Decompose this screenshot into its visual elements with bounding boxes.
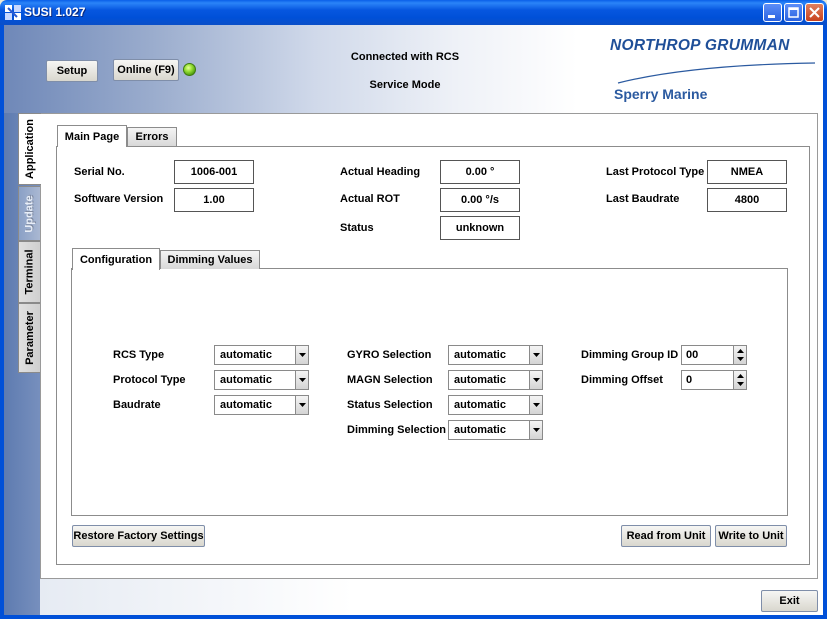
side-tab-label: Parameter	[23, 311, 36, 365]
status-selection-label: Status Selection	[347, 399, 433, 411]
logo-swoosh-icon	[617, 62, 816, 84]
side-tab-label: Update	[23, 194, 36, 233]
baudrate-value: automatic	[220, 399, 272, 411]
maximize-icon	[788, 7, 799, 18]
side-tab-label: Application	[24, 119, 37, 179]
magn-selection-select[interactable]: automatic	[448, 370, 543, 390]
dropdown-arrow-icon[interactable]	[529, 346, 542, 364]
footer-area	[40, 579, 823, 615]
close-button[interactable]	[805, 3, 824, 22]
dropdown-arrow-icon[interactable]	[529, 371, 542, 389]
gyro-selection-value: automatic	[454, 349, 506, 361]
dropdown-arrow-icon[interactable]	[295, 346, 308, 364]
status-value: unknown	[440, 216, 520, 240]
last-baudrate-value: 4800	[707, 188, 787, 212]
dimming-offset-value: 0	[686, 374, 693, 386]
actual-rot-value: 0.00 °/s	[440, 188, 520, 212]
dimming-offset-spinner[interactable]: 0	[681, 370, 747, 390]
window-frame-right	[823, 25, 827, 619]
baudrate-label: Baudrate	[113, 399, 161, 411]
sperry-marine-logo: Sperry Marine	[614, 86, 708, 102]
status-label: Status	[340, 222, 374, 234]
actual-rot-label: Actual ROT	[340, 193, 400, 205]
connection-status: Connected with RCS	[350, 51, 460, 63]
northrop-grumman-logo: NORTHROP GRUMMAN	[610, 37, 790, 54]
window-frame-bottom	[0, 615, 827, 619]
dimming-selection-value: automatic	[454, 424, 506, 436]
app-icon	[5, 5, 21, 20]
side-tab-update[interactable]: Update	[18, 186, 40, 241]
last-protocol-type-value: NMEA	[707, 160, 787, 184]
setup-button[interactable]: Setup	[46, 60, 98, 82]
close-icon	[809, 7, 820, 18]
tab-main-page[interactable]: Main Page	[57, 125, 127, 147]
dropdown-arrow-icon[interactable]	[295, 396, 308, 414]
last-baudrate-label: Last Baudrate	[606, 193, 680, 205]
minimize-button[interactable]	[763, 3, 782, 22]
rcs-type-select[interactable]: automatic	[214, 345, 309, 365]
side-tab-parameter[interactable]: Parameter	[18, 303, 40, 373]
configuration-panel	[71, 268, 788, 516]
serial-value: 1006-001	[174, 160, 254, 184]
protocol-type-value: automatic	[220, 374, 272, 386]
serial-label: Serial No.	[74, 166, 125, 178]
status-selection-value: automatic	[454, 399, 506, 411]
protocol-type-label: Protocol Type	[113, 374, 186, 386]
app-window: SUSI 1.027 Setup Online (F9) Connected w…	[0, 0, 827, 619]
dropdown-arrow-icon[interactable]	[529, 421, 542, 439]
dimming-group-id-value: 00	[686, 349, 699, 361]
tab-configuration[interactable]: Configuration	[72, 248, 160, 270]
gyro-selection-label: GYRO Selection	[347, 349, 432, 361]
spinner-arrows-icon[interactable]	[733, 346, 746, 364]
actual-heading-value: 0.00 °	[440, 160, 520, 184]
maximize-button[interactable]	[784, 3, 803, 22]
minimize-icon	[768, 15, 775, 18]
dimming-selection-select[interactable]: automatic	[448, 420, 543, 440]
last-protocol-type-label: Last Protocol Type	[606, 166, 705, 178]
spinner-arrows-icon[interactable]	[733, 371, 746, 389]
baudrate-select[interactable]: automatic	[214, 395, 309, 415]
restore-factory-settings-button[interactable]: Restore Factory Settings	[72, 525, 205, 547]
software-version-value: 1.00	[174, 188, 254, 212]
write-to-unit-button[interactable]: Write to Unit	[715, 525, 787, 547]
dimming-group-id-label: Dimming Group ID	[581, 349, 679, 361]
dimming-group-id-spinner[interactable]: 00	[681, 345, 747, 365]
exit-button[interactable]: Exit	[761, 590, 818, 612]
dimming-offset-label: Dimming Offset	[581, 374, 663, 386]
tab-dimming-values[interactable]: Dimming Values	[160, 250, 260, 269]
online-status-led-icon	[183, 63, 196, 76]
read-from-unit-button[interactable]: Read from Unit	[621, 525, 711, 547]
mode-status: Service Mode	[369, 79, 441, 91]
status-selection-select[interactable]: automatic	[448, 395, 543, 415]
protocol-type-select[interactable]: automatic	[214, 370, 309, 390]
magn-selection-label: MAGN Selection	[347, 374, 433, 386]
dropdown-arrow-icon[interactable]	[529, 396, 542, 414]
magn-selection-value: automatic	[454, 374, 506, 386]
window-frame-left	[0, 25, 4, 619]
title-bar[interactable]: SUSI 1.027	[0, 0, 827, 25]
gyro-selection-select[interactable]: automatic	[448, 345, 543, 365]
dimming-selection-label: Dimming Selection	[347, 424, 447, 436]
side-tab-label: Terminal	[23, 249, 36, 295]
side-tab-application[interactable]: Application	[18, 113, 41, 185]
side-tab-terminal[interactable]: Terminal	[18, 241, 40, 303]
dropdown-arrow-icon[interactable]	[295, 371, 308, 389]
actual-heading-label: Actual Heading	[340, 166, 421, 178]
tab-errors[interactable]: Errors	[127, 127, 177, 146]
software-version-label: Software Version	[74, 193, 164, 205]
rcs-type-label: RCS Type	[113, 349, 165, 361]
window-title: SUSI 1.027	[24, 5, 86, 19]
rcs-type-value: automatic	[220, 349, 272, 361]
online-button[interactable]: Online (F9)	[113, 59, 179, 81]
